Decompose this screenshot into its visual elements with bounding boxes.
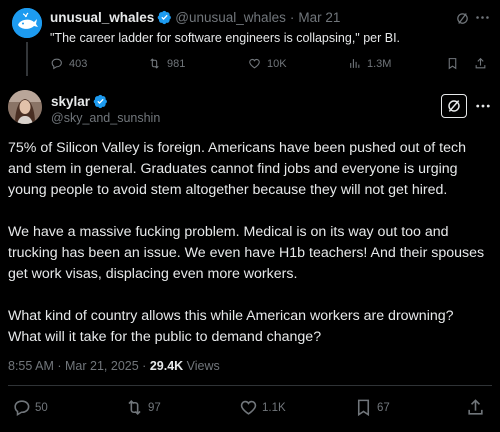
heart-icon — [240, 400, 257, 415]
parent-like-count: 10K — [267, 57, 287, 70]
post-text-line: and stem in general. Graduates cannot fi… — [8, 161, 458, 177]
post-time[interactable]: 8:55 AM — [8, 359, 54, 373]
thread-connector-line — [26, 42, 28, 76]
reply-icon — [14, 400, 30, 417]
post-text-line: What will it take for the public to dema… — [8, 329, 322, 345]
grok-icon — [457, 13, 468, 24]
main-post-text: 75% of Silicon Valley is foreign. Americ… — [8, 138, 496, 348]
parent-repost-button[interactable]: 981 — [148, 57, 185, 70]
grok-button-top[interactable] — [455, 11, 470, 26]
main-handle[interactable]: @sky_and_sunshin — [51, 111, 160, 125]
bookmark-count: 67 — [377, 401, 390, 414]
more-options-button[interactable] — [474, 97, 492, 115]
share-icon — [475, 57, 486, 69]
parent-post-date[interactable]: Mar 21 — [298, 10, 340, 25]
separator-dot: · — [289, 10, 295, 25]
more-dots-icon — [476, 16, 489, 19]
parent-action-bar: 403 981 10K 1.3M — [50, 57, 490, 75]
parent-display-name[interactable]: unusual_whales — [50, 10, 154, 25]
grok-button[interactable] — [441, 94, 467, 118]
reply-icon — [51, 58, 62, 70]
separator-dot: · — [57, 359, 62, 373]
repost-count: 97 — [148, 401, 161, 414]
share-icon — [468, 399, 483, 415]
repost-button[interactable]: 97 — [125, 398, 161, 417]
divider — [8, 385, 492, 386]
parent-post[interactable]: unusual_whales @unusual_whales · Mar 21 … — [0, 0, 500, 80]
views-count: 29.4K — [149, 359, 184, 373]
bookmark-button[interactable]: 67 — [354, 398, 390, 417]
more-dots-icon — [476, 104, 490, 108]
parent-post-text: "The career ladder for software engineer… — [50, 31, 401, 45]
parent-views-button[interactable]: 1.3M — [348, 57, 391, 70]
profile-photo — [8, 90, 42, 124]
post-date[interactable]: Mar 21, 2025 — [65, 359, 139, 373]
whale-logo-icon — [12, 8, 42, 38]
main-post-name-row: skylar — [51, 94, 111, 109]
post-text-line: 75% of Silicon Valley is foreign. Americ… — [8, 140, 466, 156]
post-text-line: young people to avoid stem altogether be… — [8, 182, 448, 198]
bookmark-icon — [357, 399, 370, 417]
reply-count: 50 — [35, 401, 48, 414]
bookmark-icon — [448, 58, 457, 70]
post-text-line: What kind of country allows this while A… — [8, 308, 454, 324]
unusual-whales-avatar[interactable] — [12, 8, 42, 38]
parent-like-button[interactable]: 10K — [248, 57, 287, 70]
grok-icon — [448, 100, 460, 112]
heart-icon — [249, 58, 260, 69]
skylar-avatar[interactable] — [8, 90, 42, 124]
like-count: 1.1K — [262, 401, 286, 414]
main-display-name[interactable]: skylar — [51, 94, 90, 109]
analytics-icon — [350, 59, 360, 68]
verified-badge-icon — [93, 94, 108, 109]
post-text-line: get work visas, displacing even more wor… — [8, 266, 298, 282]
repost-icon — [128, 400, 141, 415]
parent-reply-button[interactable]: 403 — [50, 57, 87, 70]
verified-badge-icon — [157, 10, 172, 25]
post-text-line: We have a massive fucking problem. Medic… — [8, 224, 449, 240]
parent-reply-count: 403 — [69, 57, 88, 70]
parent-handle[interactable]: @unusual_whales — [175, 10, 286, 25]
reply-button[interactable]: 50 — [12, 398, 48, 417]
parent-share-button[interactable] — [474, 57, 493, 70]
repost-icon — [150, 58, 159, 69]
share-button[interactable] — [466, 398, 489, 417]
post-metadata: 8:55 AM · Mar 21, 2025 · 29.4K Views — [8, 359, 220, 373]
main-action-bar: 50 97 1.1K 67 — [0, 398, 500, 420]
parent-post-header: unusual_whales @unusual_whales · Mar 21 — [50, 10, 340, 25]
post-text-line: trucking has been an issue. We even have… — [8, 245, 485, 261]
like-button[interactable]: 1.1K — [239, 398, 286, 417]
parent-repost-count: 981 — [167, 57, 186, 70]
parent-bookmark-button[interactable] — [446, 57, 465, 70]
more-options-button-top[interactable] — [474, 9, 491, 26]
parent-view-count: 1.3M — [367, 57, 392, 70]
separator-dot: · — [142, 359, 147, 373]
views-label: Views — [186, 359, 220, 373]
